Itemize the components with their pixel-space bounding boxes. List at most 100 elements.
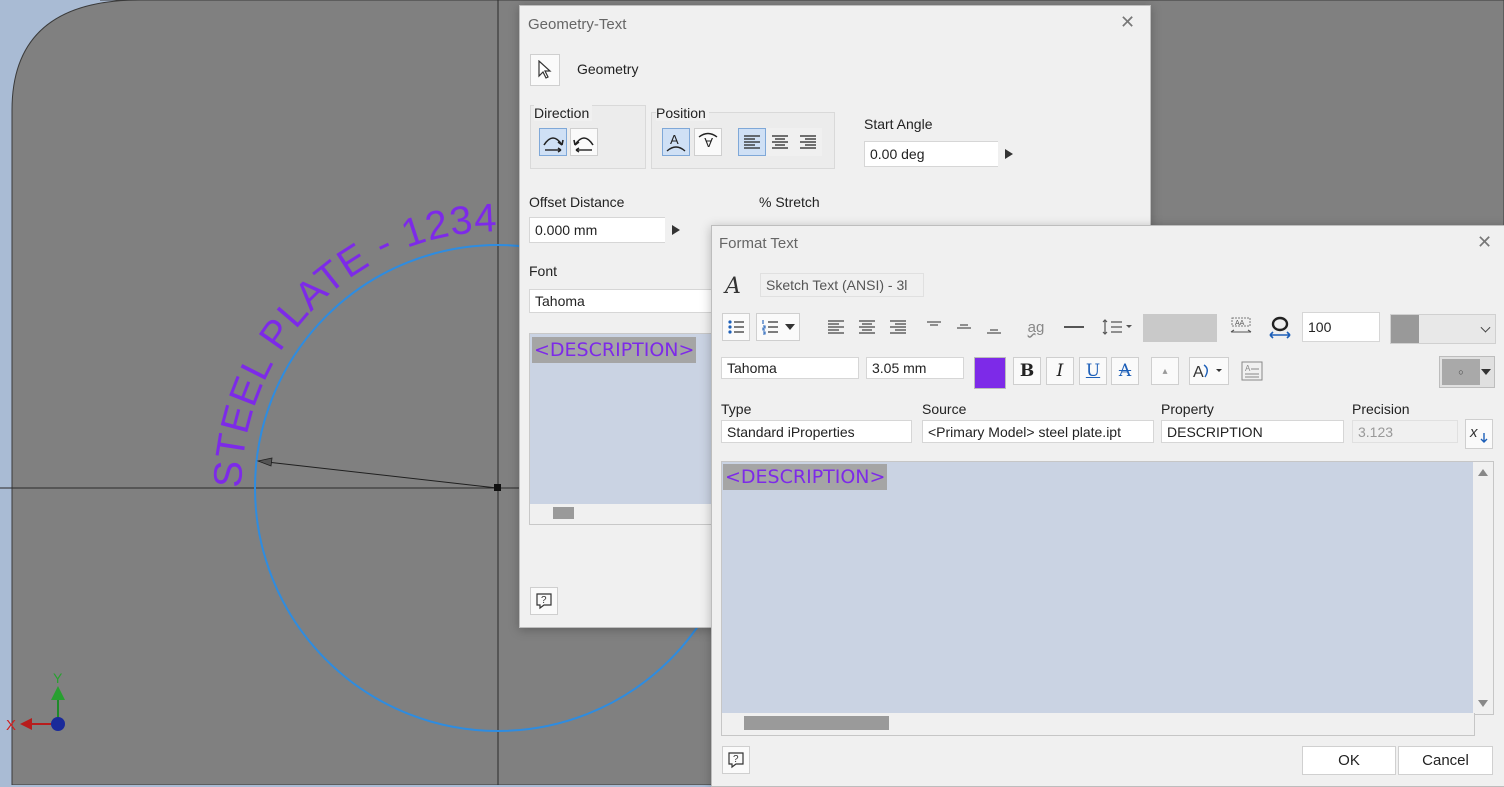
stretch-toggle-button[interactable]: AA [1227,313,1255,341]
background-color-button[interactable]: ○ [1439,356,1495,388]
valign-bottom-icon [987,329,1001,334]
cursor-arrow-icon [538,60,552,79]
stretch-percent-field[interactable]: 100 [1302,312,1380,342]
text-inside-arc-icon: A [698,132,718,150]
italic-button[interactable]: I [1046,357,1074,385]
format-text-edit-area[interactable]: <DESCRIPTION> [721,461,1474,715]
valign-middle-icon [957,324,971,329]
numbered-list-icon [762,320,778,335]
arc-clockwise-icon [543,137,564,153]
select-geometry-button[interactable] [530,54,560,86]
strikethrough-button[interactable]: A [1111,357,1139,385]
text-frame-button[interactable]: A [1238,357,1266,385]
add-text-parameter-icon: x [1469,424,1488,443]
svg-text:A: A [1245,364,1251,373]
horizontal-scrollbar[interactable] [529,504,716,525]
line-spacing-value[interactable] [1143,314,1217,342]
numbered-list-button[interactable] [756,313,800,341]
text-height-select[interactable]: 3.05 mm [866,357,964,379]
text-edit-area[interactable]: <DESCRIPTION> [529,333,716,505]
position-inside-button[interactable]: A [694,128,722,156]
direction-clockwise-button[interactable] [539,128,567,156]
scroll-down-icon[interactable] [1478,700,1488,707]
line-button[interactable] [1060,313,1088,341]
precision-label: Precision [1352,401,1410,417]
align-center-button[interactable] [766,128,794,156]
play-arrow-icon [672,225,680,235]
line-spacing-button[interactable] [1098,313,1138,341]
svg-text:A: A [670,132,679,147]
underline-button[interactable]: U [1079,357,1107,385]
help-button[interactable]: ? [722,746,750,774]
align-right-button[interactable] [794,128,822,156]
font-label: Font [529,263,558,279]
text-box-icon: A [1241,361,1263,381]
format-align-right-button[interactable] [884,313,912,341]
triad-x-label: X [6,717,16,734]
ok-button[interactable]: OK [1302,746,1396,775]
text-style-select[interactable]: Sketch Text (ANSI) - 3l [760,273,924,297]
format-text-dialog: Format Text ✕ A Sketch Text (ANSI) - 3l … [711,225,1504,787]
format-align-center-button[interactable] [853,313,881,341]
bold-button[interactable]: B [1013,357,1041,385]
svg-text:x: x [1469,424,1478,441]
align-left-icon [744,135,760,149]
font-select[interactable]: Tahoma [721,357,859,379]
help-button[interactable]: ? [530,587,558,615]
cancel-button[interactable]: Cancel [1398,746,1493,775]
superscript-button[interactable]: ▴ [1151,357,1179,385]
horizontal-scrollbar[interactable] [721,713,1475,736]
symbol-button[interactable]: A [1189,357,1229,385]
scroll-up-icon[interactable] [1478,469,1488,476]
valign-top-button[interactable] [920,313,948,341]
offset-distance-field[interactable]: 0.000 mm [529,217,666,243]
offset-flyout-button[interactable] [665,216,687,244]
svg-text:AA: AA [1235,320,1245,327]
symbol-insert-icon: A [1193,364,1222,381]
geometry-label: Geometry [577,61,639,77]
align-right-icon [890,320,906,334]
align-left-icon [828,320,844,334]
source-label: Source [922,401,967,417]
close-icon[interactable]: ✕ [1477,232,1492,253]
add-parameter-button[interactable]: x [1465,419,1493,449]
horizontal-line-icon [1064,326,1084,328]
help-icon: ? [728,752,744,769]
valign-middle-button[interactable] [950,313,978,341]
property-select[interactable]: DESCRIPTION [1161,420,1344,443]
bullet-list-button[interactable] [722,313,750,341]
close-icon[interactable]: ✕ [1120,12,1135,33]
spelling-button[interactable]: ag [1022,313,1050,341]
start-angle-field[interactable]: 0.00 deg [864,141,999,167]
source-select[interactable]: <Primary Model> steel plate.ipt [922,420,1154,443]
precision-select[interactable]: 3.123 [1352,420,1458,443]
type-label: Type [721,401,752,417]
description-token: <DESCRIPTION> [532,337,697,363]
scrollbar-thumb[interactable] [553,507,574,519]
position-outside-button[interactable]: A [662,128,690,156]
svg-text:?: ? [733,754,739,765]
scrollbar-thumb[interactable] [744,716,889,730]
stack-icon: ▴ [1162,365,1168,377]
type-select[interactable]: Standard iProperties [721,420,912,443]
font-select[interactable]: Tahoma [529,289,719,313]
vertical-scrollbar[interactable] [1473,461,1494,715]
text-color-swatch[interactable] [974,357,1006,389]
format-align-left-button[interactable] [822,313,850,341]
align-left-button[interactable] [738,128,766,156]
width-scale-button[interactable] [1266,313,1294,341]
line-spacing-icon [1102,319,1132,335]
valign-bottom-button[interactable] [980,313,1008,341]
description-token: <DESCRIPTION> [723,464,888,490]
chevron-down-icon [1480,322,1491,333]
dialog-title: Format Text [719,235,798,252]
width-scale-icon [1269,316,1291,339]
color-swatch-large[interactable] [1390,314,1496,344]
start-angle-flyout-button[interactable] [998,140,1020,168]
property-label: Property [1161,401,1214,417]
help-icon: ? [536,593,552,610]
direction-counterclockwise-button[interactable] [570,128,598,156]
spell-check-icon: ag [1027,318,1045,336]
center-point[interactable] [494,484,501,491]
triad-y-label: Y [53,670,63,686]
